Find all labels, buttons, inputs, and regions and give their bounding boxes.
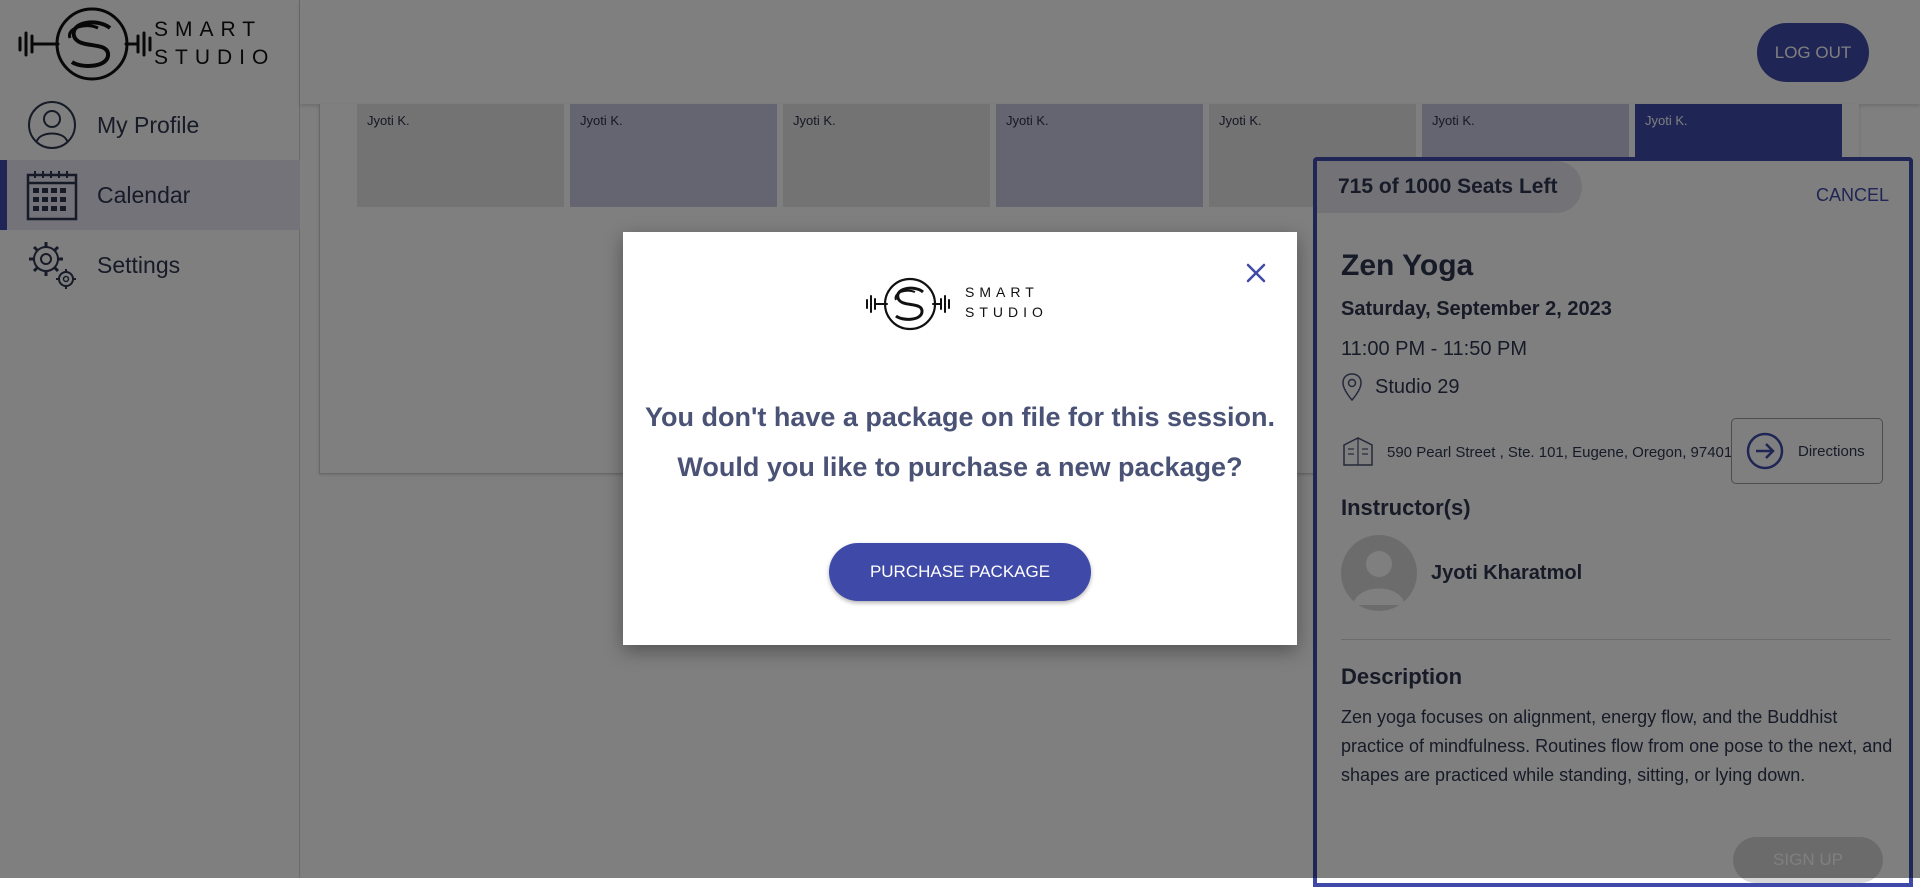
purchase-package-button[interactable]: PURCHASE PACKAGE — [829, 543, 1091, 601]
modal-message-line-1: You don't have a package on file for thi… — [644, 402, 1276, 432]
close-icon[interactable] — [1243, 260, 1269, 286]
purchase-package-modal: SMART STUDIO You don't have a package on… — [623, 232, 1297, 645]
modal-message: You don't have a package on file for thi… — [623, 392, 1297, 492]
smart-studio-logo-icon — [866, 277, 950, 331]
modal-brand-logo: SMART STUDIO — [865, 276, 1057, 332]
modal-message-line-2: Would you like to purchase a new package… — [677, 452, 1243, 482]
modal-brand-text-top: SMART — [965, 284, 1039, 300]
modal-brand-text-bottom: STUDIO — [965, 304, 1048, 320]
